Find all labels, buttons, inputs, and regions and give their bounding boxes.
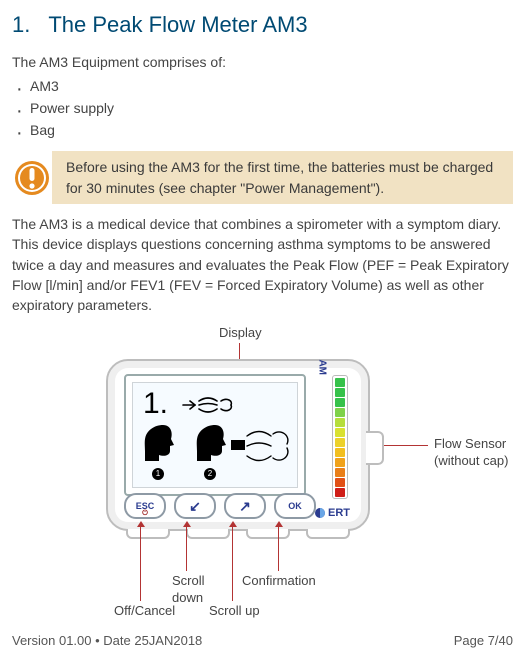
leader-line bbox=[186, 527, 187, 571]
led-segment bbox=[335, 458, 345, 467]
flow-sensor-label: Flow Sensor (without cap) bbox=[434, 436, 508, 469]
warning-text: Before using the AM3 for the first time,… bbox=[52, 151, 513, 204]
scroll-down-button: ↙ bbox=[174, 493, 216, 519]
scroll-down-label: Scroll down bbox=[172, 573, 205, 606]
device-feet bbox=[126, 529, 350, 539]
head-badge: 1 bbox=[152, 468, 164, 480]
list-item: AM3 bbox=[12, 76, 513, 98]
flow-sensor-port bbox=[366, 431, 384, 465]
intro-text: The AM3 Equipment comprises of: bbox=[12, 52, 513, 72]
arrowhead-icon bbox=[229, 521, 237, 527]
device-figure: Display Flow Sensor (without cap) 1. bbox=[12, 325, 513, 625]
list-item: Bag bbox=[12, 120, 513, 142]
led-segment bbox=[335, 428, 345, 437]
confirmation-label: Confirmation bbox=[242, 573, 316, 589]
led-segment bbox=[335, 488, 345, 497]
led-segment bbox=[335, 478, 345, 487]
ert-logo: ERT bbox=[315, 507, 350, 519]
device-display: 1. 1 2 bbox=[124, 374, 306, 496]
section-heading: 1. The Peak Flow Meter AM3 bbox=[12, 12, 513, 38]
page-footer: Version 01.00 • Date 25JAN2018 Page 7/40 bbox=[12, 633, 513, 648]
ok-button: OK bbox=[274, 493, 316, 519]
led-segment bbox=[335, 398, 345, 407]
warning-icon bbox=[12, 151, 52, 204]
led-segment bbox=[335, 408, 345, 417]
heading-title: The Peak Flow Meter AM3 bbox=[48, 12, 307, 38]
power-icon: ⏻ bbox=[142, 510, 148, 518]
led-segment bbox=[335, 418, 345, 427]
brand-label: AM bbox=[317, 360, 328, 376]
puff-icon bbox=[181, 395, 235, 421]
logo-mark-icon bbox=[315, 508, 325, 518]
screen-step-number: 1. bbox=[143, 387, 168, 421]
led-segment bbox=[335, 448, 345, 457]
instruction-heads: 1 2 bbox=[141, 421, 227, 481]
leader-line bbox=[278, 527, 279, 571]
led-segment bbox=[335, 468, 345, 477]
scroll-up-label: Scroll up bbox=[209, 603, 260, 619]
led-indicator bbox=[332, 375, 348, 499]
description-text: The AM3 is a medical device that combine… bbox=[12, 214, 513, 315]
logo-text: ERT bbox=[328, 507, 350, 519]
led-segment bbox=[335, 378, 345, 387]
leader-line bbox=[384, 445, 428, 446]
device-body: 1. 1 2 bbox=[106, 359, 370, 531]
exhale-icon bbox=[229, 428, 291, 469]
head-badge: 2 bbox=[204, 468, 216, 480]
device-buttons: ESC ⏻ ↙ ↗ OK bbox=[124, 493, 316, 519]
scroll-up-button: ↗ bbox=[224, 493, 266, 519]
display-label: Display bbox=[219, 325, 262, 341]
warning-notice: Before using the AM3 for the first time,… bbox=[12, 151, 513, 204]
equipment-list: AM3 Power supply Bag bbox=[12, 76, 513, 141]
page-number: Page 7/40 bbox=[454, 633, 513, 648]
arrowhead-icon bbox=[183, 521, 191, 527]
led-segment bbox=[335, 388, 345, 397]
led-segment bbox=[335, 438, 345, 447]
arrowhead-icon bbox=[275, 521, 283, 527]
leader-line bbox=[140, 527, 141, 601]
off-cancel-label: Off/Cancel bbox=[114, 603, 175, 619]
esc-button: ESC ⏻ bbox=[124, 493, 166, 519]
list-item: Power supply bbox=[12, 98, 513, 120]
heading-number: 1. bbox=[12, 12, 30, 38]
version-text: Version 01.00 • Date 25JAN2018 bbox=[12, 633, 202, 648]
arrowhead-icon bbox=[137, 521, 145, 527]
leader-line bbox=[232, 527, 233, 601]
